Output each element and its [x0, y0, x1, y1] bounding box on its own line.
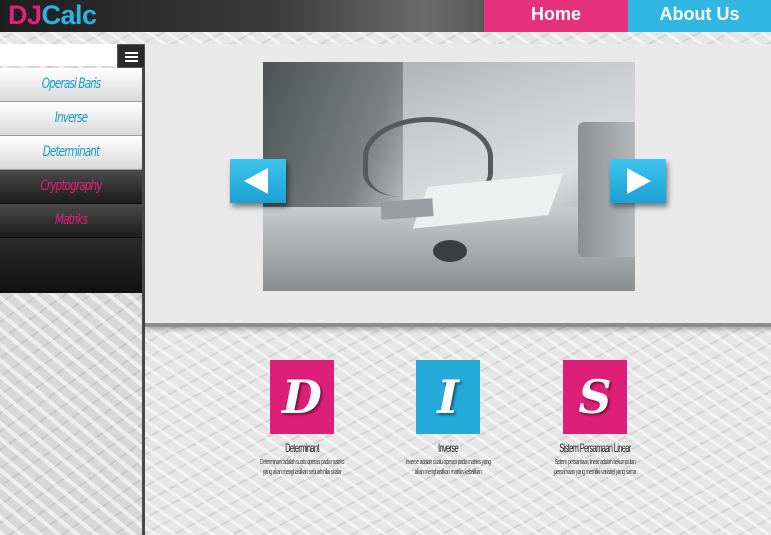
sidebar-item-operasi-baris-elementer[interactable]: Operasi Baris Elementer	[0, 68, 142, 102]
arrow-right-icon	[627, 168, 651, 194]
feature-title: Determinant	[285, 441, 319, 455]
feature-description: Inverse adalah suatu operasi pada matrik…	[405, 459, 491, 476]
sidebar: Operasi Baris Elementer Inverse Determin…	[0, 44, 145, 535]
sidebar-item-label[interactable]: Determinant	[18, 136, 125, 169]
image-slider	[145, 44, 771, 327]
feature-title: Sistem Persamaan Linear	[559, 441, 631, 455]
arrow-left-icon	[244, 168, 268, 194]
nav-home-button[interactable]: Home	[484, 0, 628, 32]
top-navigation-bar: DJCalc Home About Us	[0, 0, 771, 32]
sidebar-item-label[interactable]: Inverse	[18, 102, 125, 135]
feature-card-sistem-persamaan-linear[interactable]: S Sistem Persamaan Linear Sistem persama…	[528, 360, 662, 480]
slider-next-button[interactable]	[610, 159, 666, 203]
sidebar-item-label[interactable]: Cryptography	[18, 170, 125, 203]
feature-card-determinant[interactable]: D Determinant Determinant adalah suatu o…	[235, 360, 369, 480]
slider-image-desk-laptop	[263, 62, 635, 291]
hamburger-menu-icon[interactable]	[117, 44, 145, 68]
feature-tile-letter[interactable]: D	[270, 360, 334, 434]
sidebar-item-inverse[interactable]: Inverse	[0, 102, 142, 136]
logo-calc: Calc	[41, 0, 98, 30]
feature-tile-letter[interactable]: S	[563, 360, 627, 434]
app-logo[interactable]: DJCalc	[8, 0, 97, 32]
sidebar-item-matriks[interactable]: Matriks	[0, 204, 142, 238]
sidebar-item-label[interactable]: Matriks	[18, 204, 125, 237]
feature-cards: D Determinant Determinant adalah suatu o…	[148, 331, 771, 535]
sidebar-menu: Operasi Baris Elementer Inverse Determin…	[0, 68, 142, 293]
sidebar-item-label[interactable]: Operasi Baris Elementer	[18, 68, 125, 101]
nav-about-button[interactable]: About Us	[628, 0, 771, 32]
sidebar-menu-footer	[0, 238, 142, 293]
feature-card-inverse[interactable]: I Inverse Inverse adalah suatu operasi p…	[381, 360, 515, 480]
sidebar-item-cryptography[interactable]: Cryptography	[0, 170, 142, 204]
sidebar-item-determinant[interactable]: Determinant	[0, 136, 142, 170]
feature-description: Sistem persamaan linear adalah sekumpula…	[554, 459, 636, 476]
logo-dj: DJ	[8, 0, 42, 30]
feature-description: Determinant adalah suatu operasi pada ma…	[259, 459, 345, 476]
feature-title: Inverse	[437, 441, 459, 455]
feature-tile-letter[interactable]: I	[416, 360, 480, 434]
slider-prev-button[interactable]	[230, 159, 286, 203]
